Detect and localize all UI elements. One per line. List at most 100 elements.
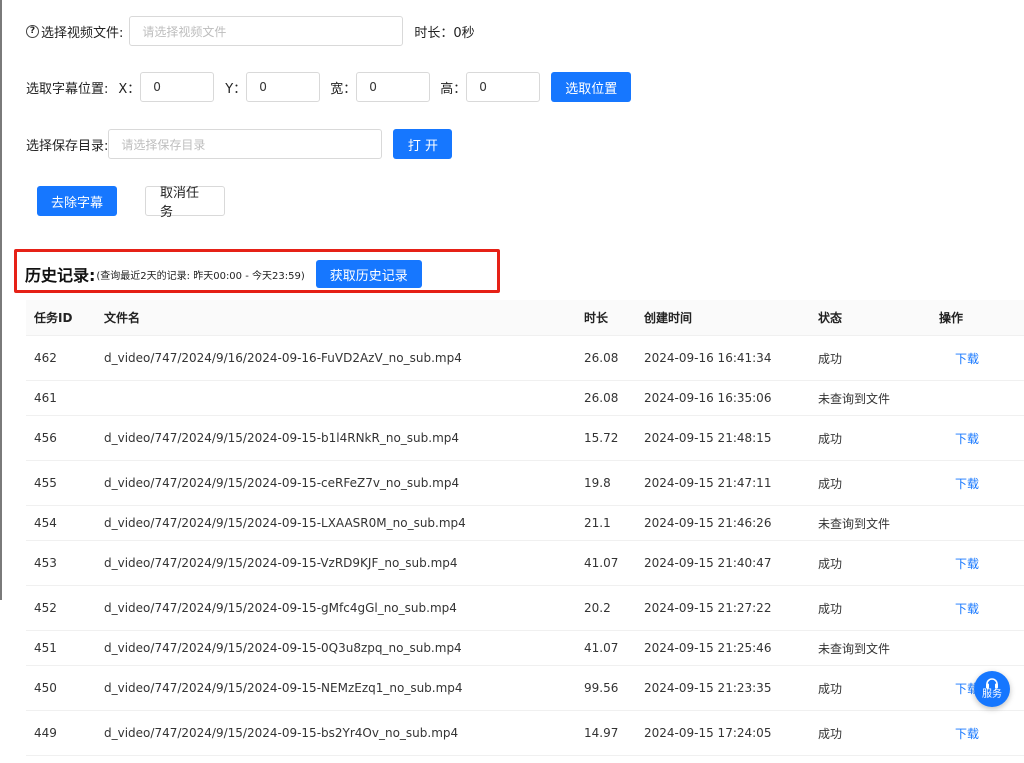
created-time: 2024-09-15 21:46:26 xyxy=(636,505,810,541)
download-link[interactable]: 下载 xyxy=(931,415,1024,461)
table-header-row: 任务ID 文件名 时长 创建时间 状态 操作 xyxy=(26,300,1024,336)
duration: 41.07 xyxy=(576,540,636,586)
table-row: 452 d_video/747/2024/9/15/2024-09-15-gMf… xyxy=(26,585,1024,631)
created-time: 2024-09-15 21:47:11 xyxy=(636,460,810,506)
position-row: 选取字幕位置: X： 0 Y： 0 宽： 0 高： 0 选取位置 xyxy=(26,72,632,102)
table-row: 451 d_video/747/2024/9/15/2024-09-15-0Q3… xyxy=(26,630,1024,666)
duration: 99.56 xyxy=(576,665,636,711)
actions-row: 去除字幕 取消任务 xyxy=(37,186,225,220)
width-input[interactable]: 0 xyxy=(356,72,431,102)
file-name: d_video/747/2024/9/16/2024-09-16-FuVD2Az… xyxy=(96,335,576,381)
duration: 19.8 xyxy=(576,460,636,506)
file-name: d_video/747/2024/9/15/2024-09-15-NEMzEzq… xyxy=(96,665,576,711)
left-border xyxy=(0,0,2,600)
created-time: 2024-09-16 16:35:06 xyxy=(636,380,810,416)
y-label: Y： xyxy=(225,81,247,97)
download-link[interactable]: 下载 xyxy=(931,460,1024,506)
duration: 21.1 xyxy=(576,505,636,541)
save-dir-input[interactable]: 请选择保存目录 xyxy=(108,129,383,159)
task-id: 449 xyxy=(26,710,96,756)
task-id: 450 xyxy=(26,665,96,711)
table-row: 455 d_video/747/2024/9/15/2024-09-15-ceR… xyxy=(26,460,1024,506)
col-status: 状态 xyxy=(810,300,931,336)
task-id: 461 xyxy=(26,380,96,416)
save-dir-label: 选择保存目录: xyxy=(26,138,109,154)
file-name: d_video/747/2024/9/15/2024-09-15-0Q3u8zp… xyxy=(96,630,576,666)
table-row: 450 d_video/747/2024/9/15/2024-09-15-NEM… xyxy=(26,665,1024,711)
duration: 14.97 xyxy=(576,710,636,756)
download-link[interactable]: 下载 xyxy=(931,540,1024,586)
open-button[interactable]: 打 开 xyxy=(393,129,453,159)
position-label: 选取字幕位置: xyxy=(26,81,109,97)
video-file-label: 选择视频文件: xyxy=(41,25,124,41)
table-row: 456 d_video/747/2024/9/15/2024-09-15-b1l… xyxy=(26,415,1024,461)
download-link[interactable]: 下载 xyxy=(931,335,1024,381)
task-id: 462 xyxy=(26,335,96,381)
task-id: 455 xyxy=(26,460,96,506)
status: 成功 xyxy=(810,540,931,586)
table-row: 454 d_video/747/2024/9/15/2024-09-15-LXA… xyxy=(26,505,1024,541)
history-subtitle: (查询最近2天的记录: 昨天00:00 - 今天23:59) xyxy=(96,270,305,282)
status: 成功 xyxy=(810,460,931,506)
status: 成功 xyxy=(810,415,931,461)
task-id: 452 xyxy=(26,585,96,631)
file-name: d_video/747/2024/9/15/2024-09-15-ceRFeZ7… xyxy=(96,460,576,506)
remove-subtitle-button[interactable]: 去除字幕 xyxy=(37,186,117,216)
x-input[interactable]: 0 xyxy=(140,72,215,102)
created-time: 2024-09-15 21:48:15 xyxy=(636,415,810,461)
col-action: 操作 xyxy=(931,300,1024,336)
created-time: 2024-09-15 21:27:22 xyxy=(636,585,810,631)
col-task-id: 任务ID xyxy=(26,300,96,336)
history-header: 历史记录: (查询最近2天的记录: 昨天00:00 - 今天23:59) 获取历… xyxy=(25,260,422,288)
video-file-input[interactable]: 请选择视频文件 xyxy=(129,16,404,46)
y-input[interactable]: 0 xyxy=(246,72,321,102)
video-file-row: ? 选择视频文件: 请选择视频文件 时长： 0秒 xyxy=(26,16,475,46)
select-position-button[interactable]: 选取位置 xyxy=(551,72,632,102)
duration: 26.08 xyxy=(576,380,636,416)
duration: 41.07 xyxy=(576,630,636,666)
action-cell xyxy=(931,380,1024,416)
duration: 20.2 xyxy=(576,585,636,631)
created-time: 2024-09-16 16:41:34 xyxy=(636,335,810,381)
task-id: 456 xyxy=(26,415,96,461)
x-label: X： xyxy=(118,81,141,97)
file-name: d_video/747/2024/9/15/2024-09-15-gMfc4gG… xyxy=(96,585,576,631)
history-title: 历史记录: xyxy=(25,266,96,285)
history-table: 任务ID 文件名 时长 创建时间 状态 操作 462 d_video/747/2… xyxy=(26,300,1024,756)
task-id: 451 xyxy=(26,630,96,666)
status: 成功 xyxy=(810,710,931,756)
file-name: d_video/747/2024/9/15/2024-09-15-bs2Yr4O… xyxy=(96,710,576,756)
service-label: 服务 xyxy=(982,689,1002,700)
duration-value: 0秒 xyxy=(453,25,475,41)
table-row: 449 d_video/747/2024/9/15/2024-09-15-bs2… xyxy=(26,710,1024,756)
duration: 15.72 xyxy=(576,415,636,461)
status: 未查询到文件 xyxy=(810,380,931,416)
status: 未查询到文件 xyxy=(810,630,931,666)
help-icon[interactable]: ? xyxy=(26,24,39,38)
file-name: d_video/747/2024/9/15/2024-09-15-LXAASR0… xyxy=(96,505,576,541)
table-row: 453 d_video/747/2024/9/15/2024-09-15-VzR… xyxy=(26,540,1024,586)
file-name: d_video/747/2024/9/15/2024-09-15-b1l4RNk… xyxy=(96,415,576,461)
fetch-history-button[interactable]: 获取历史记录 xyxy=(315,260,422,288)
col-duration: 时长 xyxy=(576,300,636,336)
task-id: 453 xyxy=(26,540,96,586)
download-link[interactable]: 下载 xyxy=(931,710,1024,756)
status: 未查询到文件 xyxy=(810,505,931,541)
created-time: 2024-09-15 21:25:46 xyxy=(636,630,810,666)
table-row: 462 d_video/747/2024/9/16/2024-09-16-FuV… xyxy=(26,335,1024,381)
created-time: 2024-09-15 21:23:35 xyxy=(636,665,810,711)
headset-icon xyxy=(986,678,998,689)
duration-label: 时长： xyxy=(414,25,454,41)
created-time: 2024-09-15 21:40:47 xyxy=(636,540,810,586)
service-button[interactable]: 服务 xyxy=(974,671,1010,707)
download-link[interactable]: 下载 xyxy=(931,585,1024,631)
file-name: d_video/747/2024/9/15/2024-09-15-VzRD9KJ… xyxy=(96,540,576,586)
width-label: 宽： xyxy=(330,81,357,97)
table-row: 461 26.08 2024-09-16 16:35:06 未查询到文件 xyxy=(26,380,1024,416)
status: 成功 xyxy=(810,585,931,631)
col-file-name: 文件名 xyxy=(96,300,576,336)
height-input[interactable]: 0 xyxy=(466,72,541,102)
file-name xyxy=(96,380,576,416)
save-dir-row: 选择保存目录: 请选择保存目录 打 开 xyxy=(26,129,453,159)
cancel-task-button[interactable]: 取消任务 xyxy=(145,186,225,220)
